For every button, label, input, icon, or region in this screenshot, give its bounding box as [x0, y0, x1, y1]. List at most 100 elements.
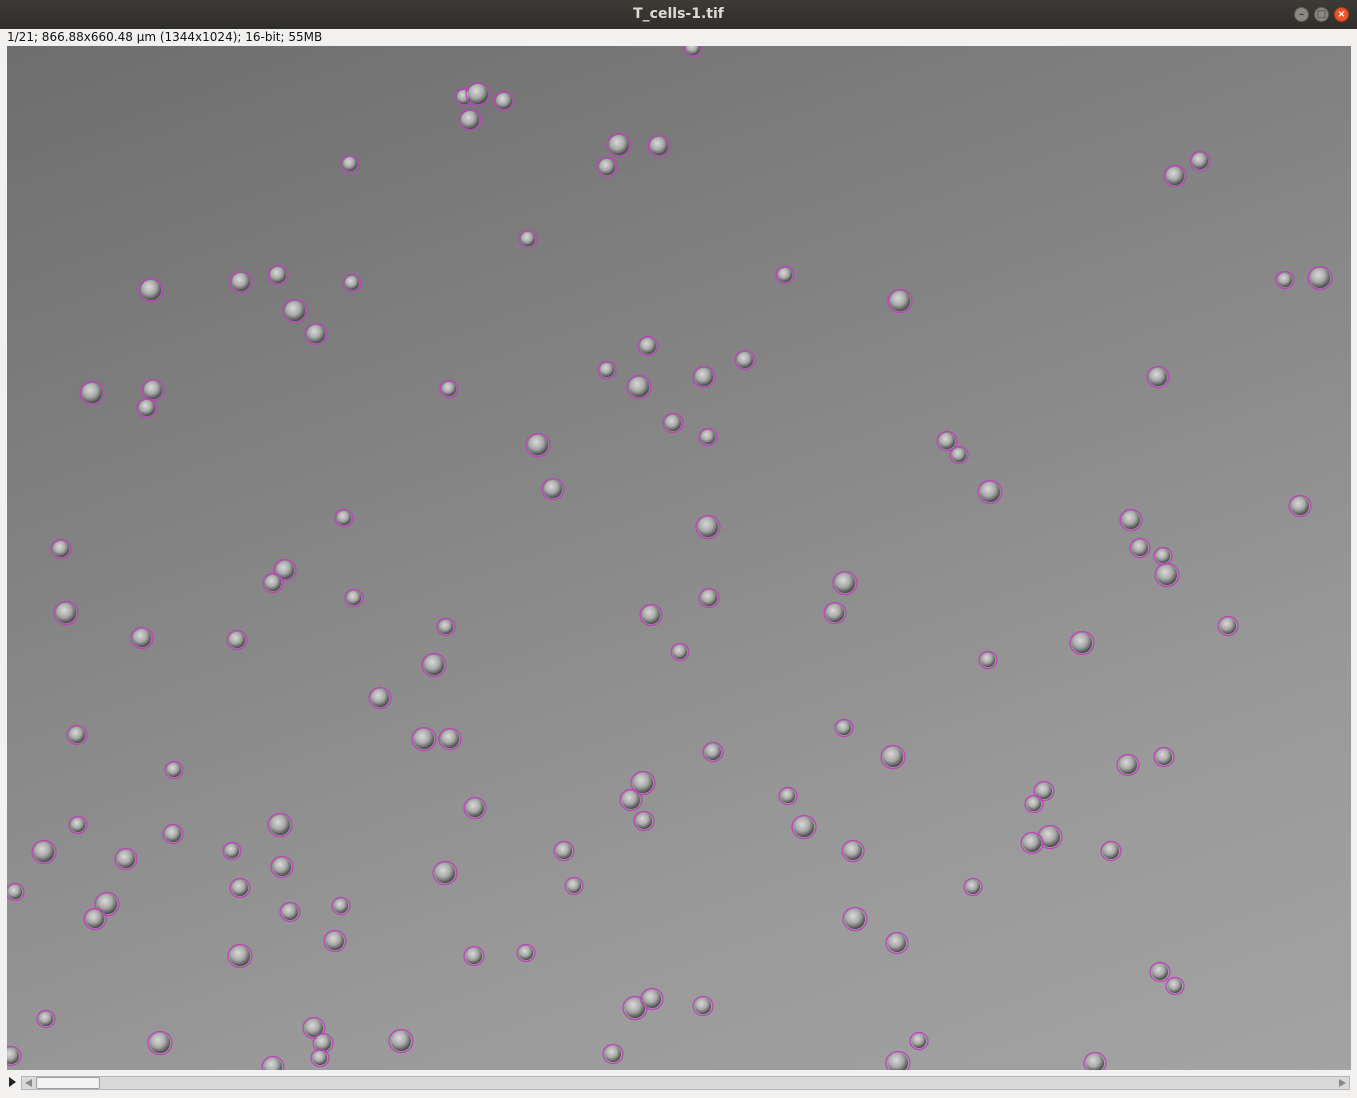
cell	[232, 880, 248, 896]
cell	[636, 813, 652, 829]
cell	[1149, 368, 1167, 386]
window-title: T_cells-1.tif	[633, 6, 724, 22]
cell	[391, 1031, 411, 1051]
cell	[1132, 540, 1148, 556]
cell	[890, 291, 910, 311]
cell	[424, 655, 444, 675]
cell	[643, 990, 661, 1008]
cell	[34, 842, 54, 862]
cell	[794, 817, 814, 837]
cell	[673, 645, 687, 659]
cell	[270, 267, 286, 283]
cell	[141, 280, 161, 300]
cell	[439, 620, 453, 634]
cell	[1119, 756, 1137, 774]
cell	[39, 1012, 53, 1026]
cell	[629, 377, 649, 397]
cell	[53, 541, 69, 557]
cell	[468, 84, 488, 104]
cell	[605, 1046, 621, 1062]
cell	[117, 850, 135, 868]
cell	[695, 368, 713, 386]
cell	[265, 575, 281, 591]
cell	[1027, 797, 1041, 811]
cell	[912, 1034, 926, 1048]
slice-scrollbar[interactable]	[21, 1076, 1350, 1090]
cell	[650, 137, 668, 155]
cell	[625, 998, 645, 1018]
cell	[888, 934, 906, 952]
cell	[888, 1053, 908, 1070]
cell	[952, 448, 966, 462]
cell	[701, 430, 715, 444]
cell	[826, 604, 844, 622]
minimize-icon[interactable]: –	[1294, 7, 1309, 22]
title-bar[interactable]: T_cells-1.tif – □ ×	[0, 0, 1357, 29]
cell-image	[7, 46, 1333, 1070]
slice-scrollbar-row	[0, 1073, 1357, 1093]
cell	[1310, 268, 1330, 288]
cell	[315, 1035, 331, 1051]
cell	[1103, 843, 1119, 859]
cell	[1156, 549, 1170, 563]
arrow-left-icon[interactable]	[25, 1079, 32, 1087]
cell	[705, 744, 721, 760]
cell	[69, 727, 85, 743]
cell	[981, 653, 995, 667]
maximize-icon[interactable]: □	[1314, 7, 1329, 22]
cell	[665, 415, 681, 431]
cell	[461, 111, 479, 129]
cell	[273, 858, 291, 876]
cell	[521, 232, 535, 246]
cell	[1166, 167, 1184, 185]
cell	[556, 843, 572, 859]
scrollbar-thumb[interactable]	[36, 1077, 100, 1089]
cell	[144, 381, 162, 399]
cell	[835, 573, 855, 593]
cell	[599, 159, 615, 175]
cell	[307, 325, 325, 343]
cell	[441, 730, 459, 748]
cell	[82, 383, 102, 403]
cell	[496, 93, 512, 109]
cell	[837, 721, 851, 735]
cell	[97, 894, 117, 914]
cell	[640, 338, 656, 354]
cell	[270, 815, 290, 835]
cell	[347, 591, 361, 605]
cell	[7, 1048, 19, 1064]
cell	[165, 826, 181, 842]
image-info-text: 1/21; 866.88x660.48 µm (1344x1024); 16-b…	[7, 30, 323, 44]
cell	[334, 899, 348, 913]
cell	[139, 400, 155, 416]
cell	[528, 435, 548, 455]
cell	[1192, 153, 1208, 169]
cell	[343, 157, 357, 171]
cell	[883, 747, 903, 767]
cell	[966, 880, 980, 894]
cell	[232, 273, 250, 291]
cell	[778, 268, 792, 282]
cell	[1220, 618, 1236, 634]
image-canvas[interactable]	[7, 46, 1351, 1070]
cell	[225, 844, 239, 858]
cell	[1072, 633, 1092, 653]
cell	[326, 932, 344, 950]
cell	[737, 352, 753, 368]
cell	[1168, 979, 1182, 993]
cell	[150, 1033, 170, 1053]
cell	[642, 606, 660, 624]
cell	[567, 879, 581, 893]
cell	[435, 863, 455, 883]
cell	[1023, 834, 1041, 852]
play-icon[interactable]	[9, 1077, 16, 1087]
cell	[276, 561, 294, 579]
cell	[282, 904, 298, 920]
cell	[1157, 565, 1177, 585]
cell	[313, 1051, 327, 1065]
cell	[698, 517, 718, 537]
close-icon[interactable]: ×	[1334, 7, 1349, 22]
cell	[230, 946, 250, 966]
arrow-right-icon[interactable]	[1339, 1079, 1346, 1087]
cell	[1086, 1054, 1104, 1070]
